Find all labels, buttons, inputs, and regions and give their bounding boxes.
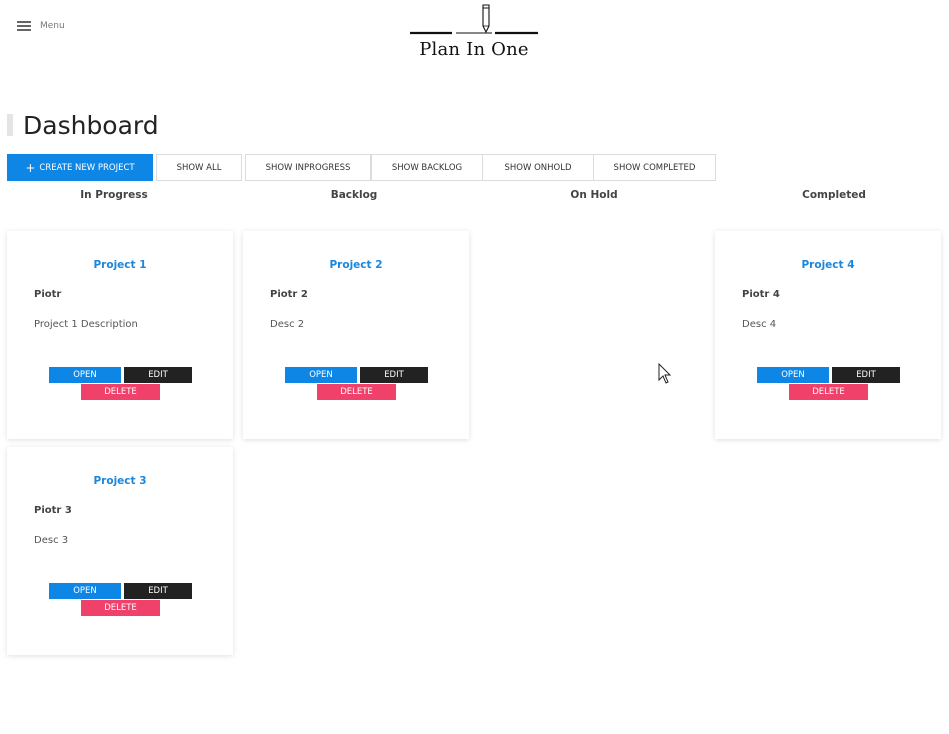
project-card: Project 1 Piotr Project 1 Description OP… xyxy=(7,231,233,439)
project-owner: Piotr xyxy=(34,289,62,300)
show-inprogress-button[interactable]: SHOW INPROGRESS xyxy=(245,154,371,181)
project-card: Project 2 Piotr 2 Desc 2 OPEN EDIT DELET… xyxy=(243,231,469,439)
delete-button[interactable]: DELETE xyxy=(81,600,160,616)
column-header-in-progress: In Progress xyxy=(80,189,148,201)
delete-button[interactable]: DELETE xyxy=(789,384,868,400)
open-button[interactable]: OPEN xyxy=(49,583,121,599)
edit-button[interactable]: EDIT xyxy=(124,583,192,599)
edit-button[interactable]: EDIT xyxy=(124,367,192,383)
page-title: Dashboard xyxy=(23,110,159,140)
project-owner: Piotr 3 xyxy=(34,505,72,516)
project-description: Project 1 Description xyxy=(34,319,138,330)
dashboard-page: Menu Plan In One Dashboard + CREATE NEW … xyxy=(0,0,949,734)
project-card: Project 3 Piotr 3 Desc 3 OPEN EDIT DELET… xyxy=(7,447,233,655)
delete-button[interactable]: DELETE xyxy=(81,384,160,400)
title-accent-bar xyxy=(7,114,13,136)
project-title-link[interactable]: Project 1 xyxy=(7,259,233,271)
page-title-wrap: Dashboard xyxy=(7,110,159,140)
mouse-cursor-icon xyxy=(658,363,672,384)
plus-icon: + xyxy=(25,160,36,175)
project-description: Desc 2 xyxy=(270,319,305,330)
edit-button[interactable]: EDIT xyxy=(360,367,428,383)
open-button[interactable]: OPEN xyxy=(757,367,829,383)
column-header-on-hold: On Hold xyxy=(570,189,618,201)
menu-button[interactable]: Menu xyxy=(17,20,65,31)
project-title-link[interactable]: Project 2 xyxy=(243,259,469,271)
show-backlog-button[interactable]: SHOW BACKLOG xyxy=(371,154,483,181)
delete-button[interactable]: DELETE xyxy=(317,384,396,400)
show-onhold-button[interactable]: SHOW ONHOLD xyxy=(482,154,594,181)
open-button[interactable]: OPEN xyxy=(49,367,121,383)
column-header-backlog: Backlog xyxy=(330,189,378,201)
project-owner: Piotr 4 xyxy=(742,289,780,300)
show-completed-button[interactable]: SHOW COMPLETED xyxy=(593,154,716,181)
create-new-project-label: CREATE NEW PROJECT xyxy=(39,162,135,173)
open-button[interactable]: OPEN xyxy=(285,367,357,383)
logo-text: Plan In One xyxy=(419,39,529,60)
hamburger-icon xyxy=(17,20,31,31)
pencil-icon xyxy=(410,4,538,35)
show-all-button[interactable]: SHOW ALL xyxy=(156,154,242,181)
project-title-link[interactable]: Project 3 xyxy=(7,475,233,487)
project-owner: Piotr 2 xyxy=(270,289,308,300)
column-header-completed: Completed xyxy=(802,189,866,201)
logo[interactable]: Plan In One xyxy=(404,0,544,64)
project-description: Desc 4 xyxy=(742,319,777,330)
menu-label: Menu xyxy=(40,20,65,31)
edit-button[interactable]: EDIT xyxy=(832,367,900,383)
project-card: Project 4 Piotr 4 Desc 4 OPEN EDIT DELET… xyxy=(715,231,941,439)
project-description: Desc 3 xyxy=(34,535,69,546)
create-new-project-button[interactable]: + CREATE NEW PROJECT xyxy=(7,154,153,181)
project-title-link[interactable]: Project 4 xyxy=(715,259,941,271)
